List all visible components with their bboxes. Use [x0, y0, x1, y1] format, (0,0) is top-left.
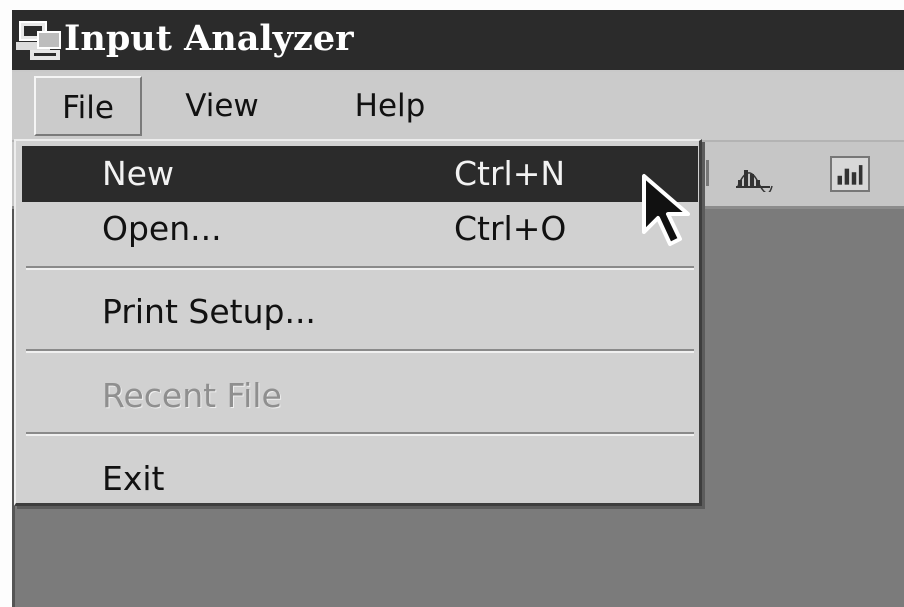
- menu-separator: [26, 432, 694, 436]
- app-computer-icon: [16, 21, 61, 60]
- menu-separator: [26, 349, 694, 353]
- window-title: Input Analyzer: [64, 18, 354, 59]
- menu-item-shortcut: Ctrl+O: [454, 209, 567, 248]
- bar-chart-icon[interactable]: [830, 156, 870, 192]
- menu-item-label: New: [102, 154, 174, 193]
- menu-item-print-setup[interactable]: Print Setup...: [22, 284, 698, 340]
- menu-item-shortcut: Ctrl+N: [454, 154, 566, 193]
- menu-view[interactable]: View: [162, 76, 282, 136]
- menu-file[interactable]: File: [34, 76, 142, 136]
- menu-item-open[interactable]: Open... Ctrl+O: [22, 201, 698, 257]
- menu-item-label: Recent File: [102, 376, 282, 415]
- title-bar[interactable]: Input Analyzer: [12, 10, 904, 70]
- menu-item-exit[interactable]: Exit: [22, 451, 698, 507]
- menu-item-label: Print Setup...: [102, 292, 316, 331]
- menu-help[interactable]: Help: [330, 76, 450, 136]
- mouse-pointer-icon: [642, 174, 690, 246]
- menu-separator: [26, 266, 694, 270]
- menu-item-label: Exit: [102, 459, 165, 498]
- file-menu-dropdown: New Ctrl+N Open... Ctrl+O Print Setup...…: [14, 139, 702, 506]
- histogram-icon[interactable]: [734, 156, 774, 192]
- menu-bar: File View Help: [12, 72, 904, 142]
- menu-item-label: Open...: [102, 209, 222, 248]
- menu-item-new[interactable]: New Ctrl+N: [22, 146, 698, 202]
- menu-item-recent-file: Recent File: [22, 368, 698, 424]
